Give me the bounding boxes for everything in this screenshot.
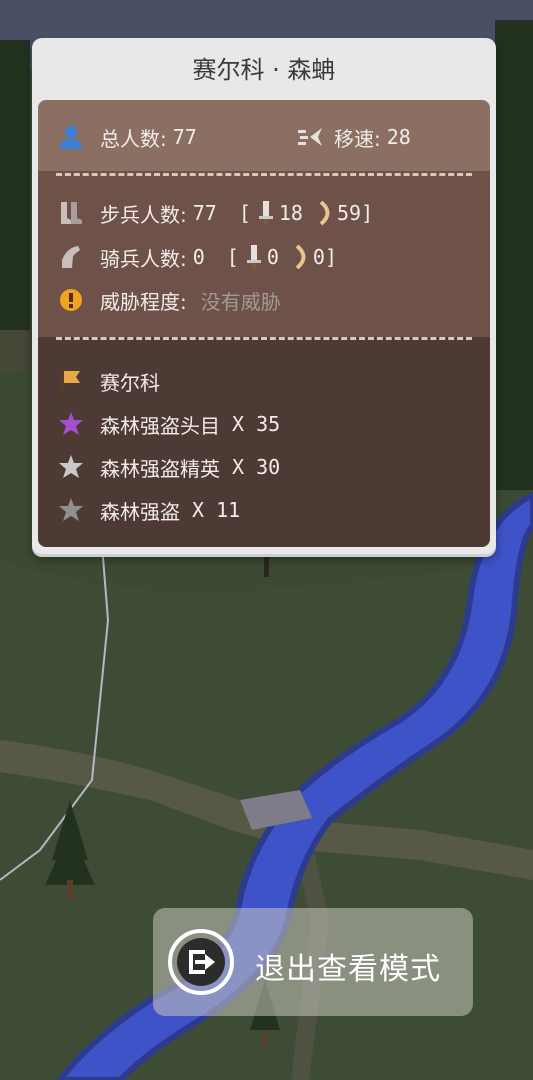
cavalry-bracket-close: ] xyxy=(324,245,337,269)
unit-name: 森林强盗 xyxy=(100,499,180,524)
speed-label: 移速: xyxy=(334,126,381,151)
speed-value: 28 xyxy=(386,125,411,149)
infantry-melee-count: 18 xyxy=(278,201,303,225)
divider xyxy=(56,173,472,176)
unit-count: X 11 xyxy=(192,498,241,522)
cavalry-bracket-open: [ xyxy=(226,245,239,269)
infantry-bracket-open: [ xyxy=(238,201,251,225)
star-icon xyxy=(59,455,83,478)
sword-icon xyxy=(258,201,273,225)
cavalry-ranged-count: 0 xyxy=(312,245,325,269)
exit-icon xyxy=(168,929,234,995)
unit-name: 森林强盗头目 xyxy=(100,413,220,438)
horse-icon xyxy=(62,246,80,268)
total-label: 总人数: xyxy=(100,126,167,151)
person-icon xyxy=(60,126,82,149)
star-icon xyxy=(59,412,83,435)
star-icon xyxy=(59,498,83,521)
infantry-ranged-count: 59 xyxy=(336,201,362,225)
cavalry-label: 骑兵人数: xyxy=(100,246,187,271)
cavalry-value: 0 xyxy=(192,245,205,269)
composition-section: 赛尔科 森林强盗头目 X 35 森林强盗精英 X 30 森林强盗 X 11 xyxy=(38,337,490,547)
warning-icon xyxy=(60,289,82,311)
army-info-panel: 赛尔科 · 森蚺 总人数: 77 移速: 28 步兵人数: 77 [18 59… xyxy=(32,38,496,554)
unit-count: X 35 xyxy=(232,412,281,436)
infantry-value: 77 xyxy=(192,201,217,225)
infantry-row: 步兵人数: 77 [ 18 59 ] xyxy=(58,198,373,228)
unit-count: X 30 xyxy=(232,455,281,479)
threat-value: 没有威胁 xyxy=(200,289,281,314)
total-value: 77 xyxy=(172,125,197,149)
troop-section: 步兵人数: 77 [ 18 59 ] 骑兵人数: 0 [0 0] 威胁程度:… xyxy=(38,171,490,339)
panel-title: 赛尔科 · 森蚺 xyxy=(192,56,336,84)
total-row: 总人数: 77 xyxy=(58,122,197,152)
unit-row: 森林强盗 X 11 xyxy=(58,495,240,525)
infantry-bracket-close: ] xyxy=(361,201,374,225)
divider xyxy=(56,337,472,340)
infantry-label: 步兵人数: xyxy=(100,202,187,227)
faction-row: 赛尔科 xyxy=(58,366,160,396)
unit-name: 森林强盗精英 xyxy=(100,456,220,481)
flag-icon xyxy=(61,371,80,392)
bow-icon xyxy=(319,201,330,225)
speed-row: 移速: 28 xyxy=(298,122,411,152)
cavalry-row: 骑兵人数: 0 [ 0 0 ] xyxy=(58,242,337,272)
threat-label: 威胁程度: xyxy=(100,289,187,314)
exit-view-mode-button[interactable]: 退出查看模式 xyxy=(153,908,473,1016)
cavalry-melee-count: 0 xyxy=(266,245,279,269)
bow-icon xyxy=(295,245,306,269)
speed-icon xyxy=(298,128,322,146)
sword-icon xyxy=(246,245,261,269)
boots-icon xyxy=(61,202,82,224)
threat-row: 威胁程度: 没有威胁 xyxy=(58,285,281,315)
exit-button-label: 退出查看模式 xyxy=(255,952,441,987)
unit-row: 森林强盗头目 X 35 xyxy=(58,409,280,439)
faction-name: 赛尔科 xyxy=(100,370,160,395)
unit-row: 森林强盗精英 X 30 xyxy=(58,452,280,482)
